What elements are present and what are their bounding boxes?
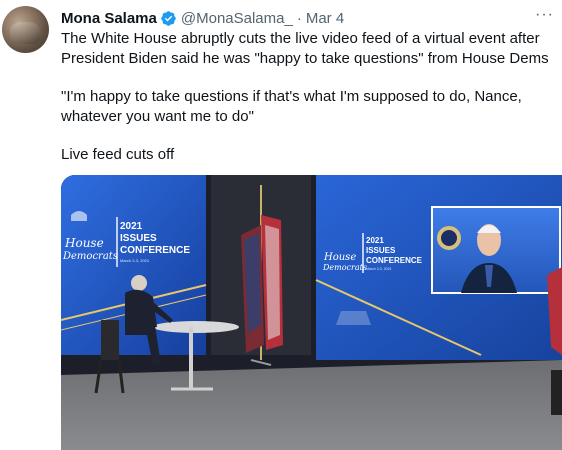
left-banner-dates: March 2-3, 2021 (120, 258, 150, 263)
left-script-democrats: Democrats (62, 251, 118, 262)
tweet-text-line: Live feed cuts off (61, 146, 175, 163)
right-screen: House Democrats 2021 ISSUES CONFERENCE M… (315, 175, 562, 360)
left-banner-issues: ISSUES (120, 233, 157, 244)
verified-badge-icon (160, 10, 177, 27)
left-script-house: House (64, 236, 104, 250)
author-name[interactable]: Mona Salama (61, 10, 157, 27)
right-banner-dates: March 2-3, 2021 (366, 267, 392, 271)
author-handle[interactable]: @MonaSalama_ (181, 10, 293, 27)
separator-dot: · (296, 9, 302, 27)
right-script-house: House (323, 252, 356, 263)
tweet-text-line: "I'm happy to take questions if that's w… (61, 88, 522, 125)
tweet-date[interactable]: Mar 4 (306, 10, 344, 27)
left-banner-year: 2021 (120, 221, 143, 232)
author-avatar[interactable] (2, 6, 49, 53)
right-banner-conference: CONFERENCE (366, 256, 423, 265)
right-script-democrats: Democrats (322, 263, 367, 272)
more-options-icon[interactable]: ··· (535, 6, 554, 24)
tweet-text-line: The White House abruptly cuts the live v… (61, 30, 549, 67)
tweet-header: Mona Salama @MonaSalama_ · Mar 4 (61, 8, 344, 28)
right-banner-issues: ISSUES (366, 246, 396, 255)
left-banner-conference: CONFERENCE (120, 245, 190, 256)
right-banner-year: 2021 (366, 236, 384, 245)
tweet-media-image[interactable]: House Democrats 2021 ISSUES CONFERENCE M… (61, 175, 562, 450)
tweet-text: The White House abruptly cuts the live v… (61, 29, 556, 165)
media-scene: House Democrats 2021 ISSUES CONFERENCE M… (61, 175, 562, 450)
